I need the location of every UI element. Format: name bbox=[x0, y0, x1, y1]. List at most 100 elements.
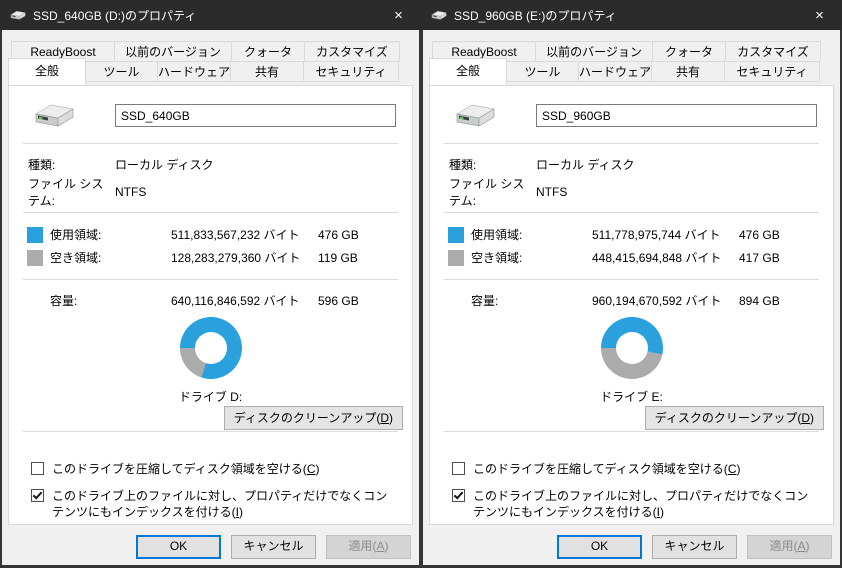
free-label: 空き領域: bbox=[50, 249, 171, 266]
dialog-body: 種類: ローカル ディスク ファイル システム: NTFS 使用領域: 511,… bbox=[423, 30, 840, 565]
index-contents-label: このドライブ上のファイルに対し、プロパティだけでなくコンテンツにもインデックスを… bbox=[473, 488, 817, 520]
capacity-label: 容量: bbox=[50, 292, 171, 309]
checkbox-unchecked[interactable] bbox=[31, 462, 44, 475]
titlebar: SSD_960GB (E:)のプロパティ × bbox=[421, 0, 842, 30]
drive-letter-label: ドライブ D: bbox=[9, 388, 412, 405]
index-contents-checkbox[interactable]: このドライブ上のファイルに対し、プロパティだけでなくコンテンツにもインデックスを… bbox=[31, 488, 396, 520]
usage-chart-section: ドライブ E: ディスクのクリーンアップ(D) bbox=[430, 317, 833, 431]
tab-quota[interactable]: クォータ bbox=[652, 41, 726, 62]
apply-button: 適用(A) bbox=[747, 535, 832, 559]
type-label: 種類: bbox=[28, 156, 115, 173]
volume-label-input[interactable] bbox=[115, 104, 396, 127]
filesystem-value: NTFS bbox=[115, 185, 146, 199]
filesystem-label: ファイル システム: bbox=[449, 175, 536, 209]
capacity-bytes: 960,194,670,592 バイト bbox=[592, 292, 739, 309]
cancel-button[interactable]: キャンセル bbox=[231, 535, 316, 559]
general-tab-page: 種類: ローカル ディスク ファイル システム: NTFS 使用領域: 511,… bbox=[8, 85, 413, 525]
tab-customize[interactable]: カスタマイズ bbox=[725, 41, 821, 62]
capacity-gb: 596 GB bbox=[318, 294, 396, 308]
type-label: 種類: bbox=[449, 156, 536, 173]
window-title: SSD_960GB (E:)のプロパティ bbox=[454, 7, 617, 24]
disk-cleanup-button[interactable]: ディスクのクリーンアップ(D) bbox=[224, 406, 403, 430]
ok-button[interactable]: OK bbox=[557, 535, 642, 559]
filesystem-value: NTFS bbox=[536, 185, 567, 199]
close-icon[interactable]: × bbox=[797, 0, 842, 30]
used-bytes: 511,833,567,232 バイト bbox=[171, 226, 318, 243]
disk-cleanup-button[interactable]: ディスクのクリーンアップ(D) bbox=[645, 406, 824, 430]
tab-sharing[interactable]: 共有 bbox=[651, 61, 725, 82]
used-label: 使用領域: bbox=[471, 226, 592, 243]
drive-icon bbox=[452, 101, 496, 131]
used-gb: 476 GB bbox=[739, 228, 817, 242]
tab-strip: ReadyBoost 以前のバージョン クォータ カスタマイズ 全般 ツール ハ… bbox=[8, 41, 399, 85]
properties-window-e: SSD_960GB (E:)のプロパティ × 種類: ローカル ディスク bbox=[421, 0, 842, 568]
used-space-row: 使用領域: 511,778,975,744 バイト 476 GB bbox=[446, 223, 817, 246]
volume-label-input[interactable] bbox=[536, 104, 817, 127]
free-space-row: 空き領域: 448,415,694,848 バイト 417 GB bbox=[446, 246, 817, 269]
tab-customize[interactable]: カスタマイズ bbox=[304, 41, 400, 62]
checkbox-checked[interactable] bbox=[31, 489, 44, 502]
usage-chart-section: ドライブ D: ディスクのクリーンアップ(D) bbox=[9, 317, 412, 431]
usage-donut-chart bbox=[180, 317, 242, 379]
free-label: 空き領域: bbox=[471, 249, 592, 266]
ok-button[interactable]: OK bbox=[136, 535, 221, 559]
used-gb: 476 GB bbox=[318, 228, 396, 242]
capacity-bytes: 640,116,846,592 バイト bbox=[171, 292, 318, 309]
capacity-label: 容量: bbox=[471, 292, 592, 309]
tab-previous-versions[interactable]: 以前のバージョン bbox=[114, 41, 232, 62]
divider bbox=[444, 279, 819, 280]
tab-quota[interactable]: クォータ bbox=[231, 41, 305, 62]
drive-icon bbox=[430, 9, 447, 22]
drive-icon bbox=[9, 9, 26, 22]
window-title: SSD_640GB (D:)のプロパティ bbox=[33, 7, 196, 24]
tab-previous-versions[interactable]: 以前のバージョン bbox=[535, 41, 653, 62]
free-gb: 119 GB bbox=[318, 251, 396, 265]
tab-hardware[interactable]: ハードウェア bbox=[578, 61, 652, 82]
tab-security[interactable]: セキュリティ bbox=[303, 61, 399, 82]
used-space-row: 使用領域: 511,833,567,232 バイト 476 GB bbox=[25, 223, 396, 246]
checkbox-unchecked[interactable] bbox=[452, 462, 465, 475]
free-space-row: 空き領域: 128,283,279,360 バイト 119 GB bbox=[25, 246, 396, 269]
usage-donut-chart bbox=[601, 317, 663, 379]
tab-tools[interactable]: ツール bbox=[506, 61, 579, 82]
index-contents-checkbox[interactable]: このドライブ上のファイルに対し、プロパティだけでなくコンテンツにもインデックスを… bbox=[452, 488, 817, 520]
tab-tools[interactable]: ツール bbox=[85, 61, 158, 82]
dialog-body: 種類: ローカル ディスク ファイル システム: NTFS 使用領域: 511,… bbox=[2, 30, 419, 565]
drive-letter-label: ドライブ E: bbox=[430, 388, 833, 405]
tab-sharing[interactable]: 共有 bbox=[230, 61, 304, 82]
divider bbox=[444, 431, 819, 432]
free-gb: 417 GB bbox=[739, 251, 817, 265]
capacity-row: 容量: 640,116,846,592 バイト 596 GB bbox=[25, 289, 396, 312]
compress-drive-label: このドライブを圧縮してディスク領域を空ける(C) bbox=[473, 461, 740, 477]
apply-button: 適用(A) bbox=[326, 535, 411, 559]
used-bytes: 511,778,975,744 バイト bbox=[592, 226, 739, 243]
used-legend-swatch bbox=[27, 227, 43, 243]
used-label: 使用領域: bbox=[50, 226, 171, 243]
titlebar: SSD_640GB (D:)のプロパティ × bbox=[0, 0, 421, 30]
free-legend-swatch bbox=[27, 250, 43, 266]
dialog-footer: OK キャンセル 適用(A) bbox=[557, 535, 832, 559]
tab-general[interactable]: 全般 bbox=[8, 58, 86, 85]
capacity-row: 容量: 960,194,670,592 バイト 894 GB bbox=[446, 289, 817, 312]
type-value: ローカル ディスク bbox=[536, 156, 635, 173]
close-icon[interactable]: × bbox=[376, 0, 421, 30]
free-bytes: 128,283,279,360 バイト bbox=[171, 249, 318, 266]
properties-window-d: SSD_640GB (D:)のプロパティ × 種類: ローカル ディスク bbox=[0, 0, 421, 568]
filesystem-label: ファイル システム: bbox=[28, 175, 115, 209]
free-bytes: 448,415,694,848 バイト bbox=[592, 249, 739, 266]
compress-drive-checkbox[interactable]: このドライブを圧縮してディスク領域を空ける(C) bbox=[31, 461, 396, 477]
tab-strip: ReadyBoost 以前のバージョン クォータ カスタマイズ 全般 ツール ハ… bbox=[429, 41, 820, 85]
capacity-gb: 894 GB bbox=[739, 294, 817, 308]
tab-security[interactable]: セキュリティ bbox=[724, 61, 820, 82]
tab-hardware[interactable]: ハードウェア bbox=[157, 61, 231, 82]
divider bbox=[23, 279, 398, 280]
checkbox-checked[interactable] bbox=[452, 489, 465, 502]
tab-general[interactable]: 全般 bbox=[429, 58, 507, 85]
divider bbox=[23, 431, 398, 432]
general-tab-page: 種類: ローカル ディスク ファイル システム: NTFS 使用領域: 511,… bbox=[429, 85, 834, 525]
free-legend-swatch bbox=[448, 250, 464, 266]
compress-drive-checkbox[interactable]: このドライブを圧縮してディスク領域を空ける(C) bbox=[452, 461, 817, 477]
compress-drive-label: このドライブを圧縮してディスク領域を空ける(C) bbox=[52, 461, 319, 477]
index-contents-label: このドライブ上のファイルに対し、プロパティだけでなくコンテンツにもインデックスを… bbox=[52, 488, 396, 520]
cancel-button[interactable]: キャンセル bbox=[652, 535, 737, 559]
